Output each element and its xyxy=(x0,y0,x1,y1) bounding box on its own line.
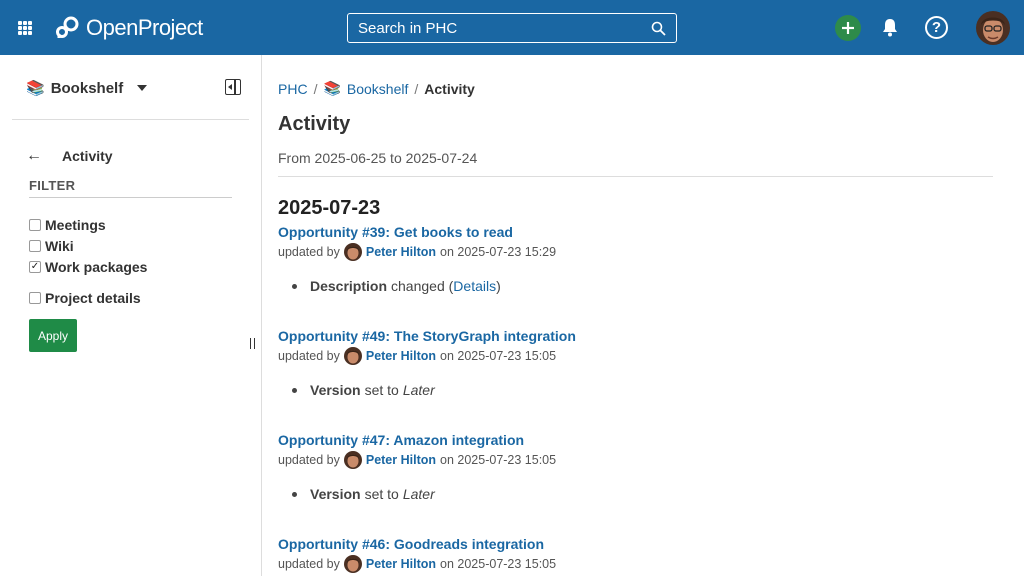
back-row: ← Activity xyxy=(26,147,113,165)
avatar xyxy=(343,451,362,469)
meta-prefix: updated by xyxy=(278,557,340,571)
filter-wiki[interactable]: Wiki xyxy=(29,238,74,254)
app-grid-icon[interactable] xyxy=(18,21,32,35)
bullet-icon xyxy=(292,387,297,393)
user-link[interactable]: Peter Hilton xyxy=(366,557,436,571)
filter-project-details[interactable]: Project details xyxy=(29,290,141,306)
filter-heading: FILTER xyxy=(29,178,232,198)
filter-meetings-checkbox[interactable] xyxy=(29,219,41,231)
change-value: Later xyxy=(402,486,435,502)
filter-work-packages-checkbox[interactable]: ✓ xyxy=(29,261,41,273)
filter-label: Project details xyxy=(45,290,141,306)
breadcrumb-current: Activity xyxy=(424,80,475,97)
apply-button[interactable]: Apply xyxy=(29,319,77,352)
back-arrow-icon[interactable]: ← xyxy=(26,147,42,165)
filter-meetings[interactable]: Meetings xyxy=(29,217,106,233)
change-value: Later xyxy=(402,382,435,398)
brand-name: OpenProject xyxy=(86,15,203,40)
work-package-link[interactable]: Opportunity #39: Get books to read xyxy=(278,224,556,240)
change-detail: Version set to Later xyxy=(292,486,556,502)
notifications-bell-icon[interactable] xyxy=(881,17,899,40)
entry-meta: updated by Peter Hilton on 2025-07-23 15… xyxy=(278,243,556,261)
filter-label: Meetings xyxy=(45,217,106,233)
create-button[interactable] xyxy=(835,15,861,41)
caret-down-icon xyxy=(137,85,148,91)
entry-time: on 2025-07-23 15:29 xyxy=(440,245,557,259)
sidebar-section-title: Activity xyxy=(62,148,113,164)
collapse-sidebar-icon[interactable] xyxy=(225,79,241,95)
search-icon[interactable] xyxy=(651,21,666,36)
meta-prefix: updated by xyxy=(278,349,340,363)
meta-prefix: updated by xyxy=(278,245,340,259)
meta-prefix: updated by xyxy=(278,453,340,467)
filter-label: Work packages xyxy=(45,259,148,275)
breadcrumb-separator: / xyxy=(313,80,318,97)
openproject-logo-icon xyxy=(56,16,79,38)
filter-project-details-checkbox[interactable] xyxy=(29,292,41,304)
help-icon[interactable]: ? xyxy=(925,16,948,39)
change-suffix: ) xyxy=(496,278,501,294)
work-package-link[interactable]: Opportunity #49: The StoryGraph integrat… xyxy=(278,328,576,344)
avatar xyxy=(343,347,362,365)
project-name: Bookshelf xyxy=(50,79,124,97)
day-heading: 2025-07-23 xyxy=(278,197,381,219)
books-icon: 📚 xyxy=(323,80,341,96)
entry-time: on 2025-07-23 15:05 xyxy=(440,557,557,571)
changed-field: Description xyxy=(310,278,388,294)
filter-wiki-checkbox[interactable] xyxy=(29,240,41,252)
filter-label: Wiki xyxy=(45,238,74,254)
activity-entry: Opportunity #47: Amazon integration upda… xyxy=(278,432,556,502)
changed-field: Version xyxy=(310,382,361,398)
activity-entry: Opportunity #39: Get books to read updat… xyxy=(278,224,556,294)
breadcrumb-project[interactable]: Bookshelf xyxy=(347,81,408,97)
search-placeholder: Search in PHC xyxy=(358,19,458,37)
change-text: set to xyxy=(364,382,399,398)
plus-icon xyxy=(842,22,854,34)
page-title: Activity xyxy=(278,113,351,135)
breadcrumb-root[interactable]: PHC xyxy=(278,81,308,97)
entry-meta: updated by Peter Hilton on 2025-07-23 15… xyxy=(278,347,576,365)
changed-field: Version xyxy=(310,486,361,502)
project-sidebar: 📚 Bookshelf ← Activity FILTER Meetings W… xyxy=(0,55,262,576)
entry-time: on 2025-07-23 15:05 xyxy=(440,453,557,467)
user-link[interactable]: Peter Hilton xyxy=(366,245,436,259)
project-selector[interactable]: 📚 Bookshelf xyxy=(26,79,148,97)
change-detail: Description changed ( Details ) xyxy=(292,278,556,294)
activity-entry: Opportunity #49: The StoryGraph integrat… xyxy=(278,328,576,398)
bullet-icon xyxy=(292,491,297,497)
details-link[interactable]: Details xyxy=(453,278,496,294)
entry-meta: updated by Peter Hilton on 2025-07-23 15… xyxy=(278,451,556,469)
top-header: OpenProject Search in PHC ? xyxy=(0,0,1024,55)
sidebar-resize-handle[interactable] xyxy=(250,338,255,349)
work-package-link[interactable]: Opportunity #47: Amazon integration xyxy=(278,432,556,448)
user-avatar[interactable] xyxy=(976,11,1010,45)
books-icon: 📚 xyxy=(26,80,45,97)
breadcrumb-separator: / xyxy=(414,80,419,97)
user-link[interactable]: Peter Hilton xyxy=(366,453,436,467)
entry-time: on 2025-07-23 15:05 xyxy=(440,349,557,363)
user-link[interactable]: Peter Hilton xyxy=(366,349,436,363)
activity-entry: Opportunity #46: Goodreads integration u… xyxy=(278,536,556,573)
change-text: set to xyxy=(364,486,399,502)
avatar xyxy=(343,555,362,573)
change-text: changed ( xyxy=(391,278,454,294)
search-input[interactable]: Search in PHC xyxy=(347,13,677,43)
filter-work-packages[interactable]: ✓ Work packages xyxy=(29,259,147,275)
sidebar-divider xyxy=(12,119,249,120)
change-detail: Version set to Later xyxy=(292,382,576,398)
breadcrumb: PHC / 📚 Bookshelf / Activity xyxy=(278,80,475,97)
avatar xyxy=(343,243,362,261)
openproject-logo[interactable]: OpenProject xyxy=(54,14,203,42)
main-content: PHC / 📚 Bookshelf / Activity Activity Fr… xyxy=(278,55,993,576)
entry-meta: updated by Peter Hilton on 2025-07-23 15… xyxy=(278,555,556,573)
bullet-icon xyxy=(292,283,297,289)
work-package-link[interactable]: Opportunity #46: Goodreads integration xyxy=(278,536,556,552)
date-range: From 2025-06-25 to 2025-07-24 xyxy=(278,150,478,166)
title-divider xyxy=(278,176,993,177)
